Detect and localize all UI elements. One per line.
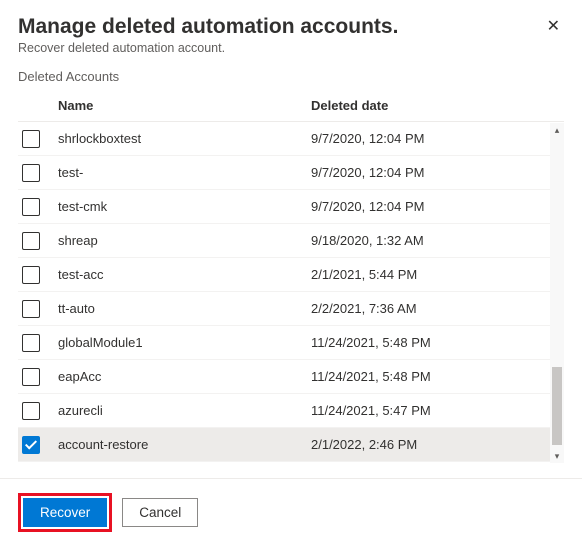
row-date: 9/18/2020, 1:32 AM bbox=[311, 233, 564, 248]
recover-button[interactable]: Recover bbox=[23, 498, 107, 527]
row-date: 11/24/2021, 5:48 PM bbox=[311, 369, 564, 384]
row-checkbox[interactable] bbox=[22, 266, 40, 284]
table-row[interactable]: eapAcc11/24/2021, 5:48 PM bbox=[18, 360, 564, 394]
row-name: shrlockboxtest bbox=[56, 131, 311, 146]
row-name: tt-auto bbox=[56, 301, 311, 316]
table-row[interactable]: globalModule111/24/2021, 5:48 PM bbox=[18, 326, 564, 360]
scrollbar[interactable]: ▴ ▾ bbox=[550, 123, 564, 463]
scroll-down-arrow-icon[interactable]: ▾ bbox=[550, 449, 564, 463]
column-header-name[interactable]: Name bbox=[56, 98, 311, 113]
row-name: globalModule1 bbox=[56, 335, 311, 350]
table-row[interactable]: test-9/7/2020, 12:04 PM bbox=[18, 156, 564, 190]
page-title: Manage deleted automation accounts. bbox=[18, 14, 398, 39]
row-checkbox[interactable] bbox=[22, 368, 40, 386]
row-checkbox[interactable] bbox=[22, 130, 40, 148]
row-date: 11/24/2021, 5:47 PM bbox=[311, 403, 564, 418]
row-date: 2/1/2022, 2:46 PM bbox=[311, 437, 564, 452]
row-date: 2/1/2021, 5:44 PM bbox=[311, 267, 564, 282]
row-name: eapAcc bbox=[56, 369, 311, 384]
table-row[interactable]: test-acc2/1/2021, 5:44 PM bbox=[18, 258, 564, 292]
row-name: test- bbox=[56, 165, 311, 180]
row-date: 2/2/2021, 7:36 AM bbox=[311, 301, 564, 316]
row-date: 9/7/2020, 12:04 PM bbox=[311, 131, 564, 146]
close-icon[interactable]: ✕ bbox=[543, 14, 564, 38]
deleted-accounts-table: Name Deleted date shrlockboxtest9/7/2020… bbox=[18, 90, 564, 462]
row-name: shreap bbox=[56, 233, 311, 248]
row-name: test-cmk bbox=[56, 199, 311, 214]
row-checkbox[interactable] bbox=[22, 300, 40, 318]
row-checkbox[interactable] bbox=[22, 334, 40, 352]
page-subtitle: Recover deleted automation account. bbox=[18, 41, 564, 55]
row-checkbox[interactable] bbox=[22, 198, 40, 216]
row-name: azurecli bbox=[56, 403, 311, 418]
table-row[interactable]: shrlockboxtest9/7/2020, 12:04 PM bbox=[18, 122, 564, 156]
table-row[interactable]: azurecli11/24/2021, 5:47 PM bbox=[18, 394, 564, 428]
row-checkbox[interactable] bbox=[22, 402, 40, 420]
row-checkbox[interactable] bbox=[22, 436, 40, 454]
scroll-up-arrow-icon[interactable]: ▴ bbox=[550, 123, 564, 137]
row-name: test-acc bbox=[56, 267, 311, 282]
scrollbar-thumb[interactable] bbox=[552, 367, 562, 445]
cancel-button[interactable]: Cancel bbox=[122, 498, 198, 527]
row-date: 11/24/2021, 5:48 PM bbox=[311, 335, 564, 350]
column-header-date[interactable]: Deleted date bbox=[311, 98, 564, 113]
row-checkbox[interactable] bbox=[22, 232, 40, 250]
row-checkbox[interactable] bbox=[22, 164, 40, 182]
table-row[interactable]: account-restore2/1/2022, 2:46 PM bbox=[18, 428, 564, 462]
table-row[interactable]: shreap9/18/2020, 1:32 AM bbox=[18, 224, 564, 258]
row-date: 9/7/2020, 12:04 PM bbox=[311, 199, 564, 214]
table-row[interactable]: test-cmk9/7/2020, 12:04 PM bbox=[18, 190, 564, 224]
table-row[interactable]: tt-auto2/2/2021, 7:36 AM bbox=[18, 292, 564, 326]
row-date: 9/7/2020, 12:04 PM bbox=[311, 165, 564, 180]
recover-highlight: Recover bbox=[18, 493, 112, 532]
section-label: Deleted Accounts bbox=[18, 69, 564, 84]
row-name: account-restore bbox=[56, 437, 311, 452]
